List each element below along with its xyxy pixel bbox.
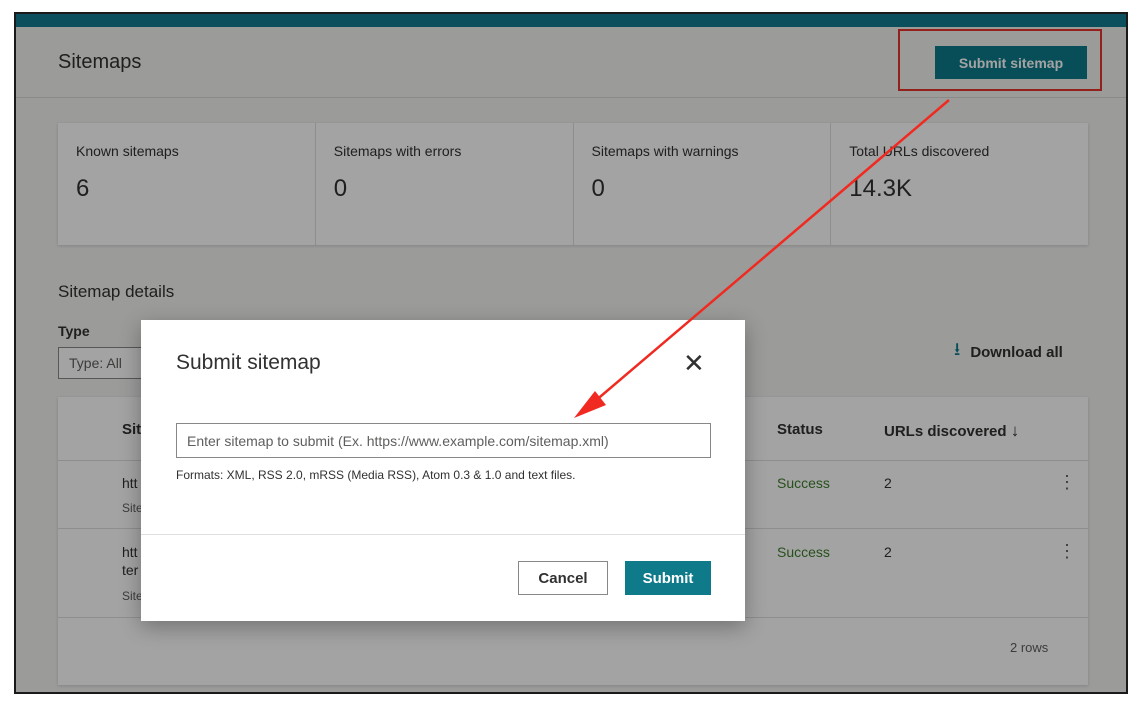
browser-frame: Sitemaps Submit sitemap Known sitemaps 6… xyxy=(14,12,1128,694)
submit-button[interactable]: Submit xyxy=(625,561,711,595)
dialog-title: Submit sitemap xyxy=(176,351,321,374)
formats-hint: Formats: XML, RSS 2.0, mRSS (Media RSS),… xyxy=(176,468,576,482)
submit-sitemap-dialog: Submit sitemap ✕ Formats: XML, RSS 2.0, … xyxy=(141,320,745,621)
cancel-button[interactable]: Cancel xyxy=(518,561,608,595)
top-bar xyxy=(16,14,1126,27)
sitemap-url-input[interactable] xyxy=(176,423,711,458)
dialog-divider xyxy=(141,534,745,535)
close-icon[interactable]: ✕ xyxy=(683,350,705,376)
